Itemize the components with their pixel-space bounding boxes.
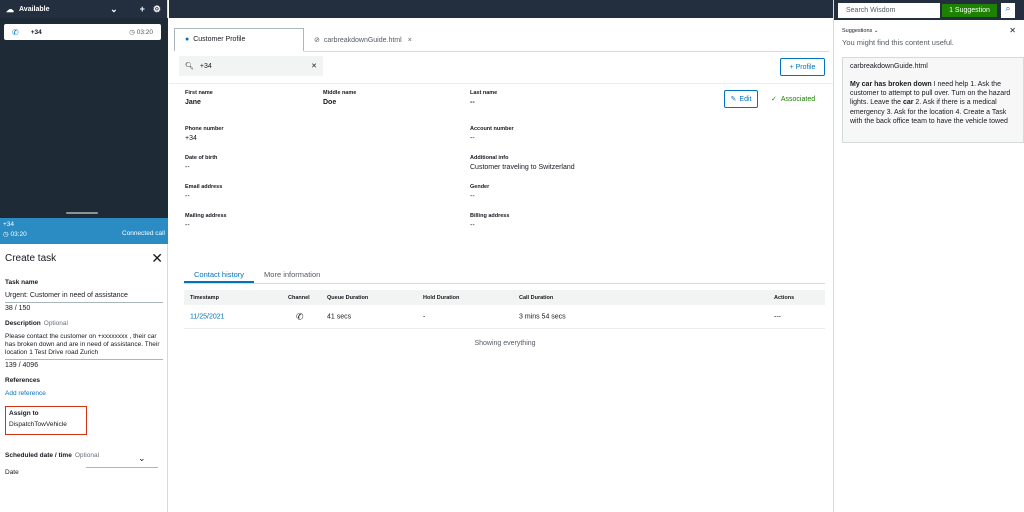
tab-customer-profile[interactable]: ● Customer Profile (174, 28, 304, 52)
gear-icon[interactable]: ⚙ (153, 4, 161, 15)
user-icon: ● (185, 36, 190, 43)
connected-timer: ◷ 03:20 (3, 231, 27, 238)
table-footer: Showing everything (474, 340, 536, 347)
plus-icon[interactable]: + (140, 4, 145, 14)
assign-to-underline (86, 467, 158, 468)
middle-name-field: Middle name Doe (323, 90, 357, 106)
date-label: Date (5, 469, 19, 476)
column-header: Queue Duration (327, 294, 369, 301)
clear-icon[interactable]: ✕ (311, 62, 317, 70)
gender-field: Gender -- (470, 184, 490, 200)
last-name-field: Last name -- (470, 90, 498, 106)
connected-call-bar: +34 ◷ 03:20 Connected call (0, 218, 168, 244)
tab-contact-history[interactable]: Contact history (184, 266, 255, 283)
assign-to-field[interactable]: Assign to DispatchTowVehicle (5, 406, 87, 435)
hold-duration: - (423, 313, 426, 320)
email-field: Email address -- (185, 184, 223, 200)
connected-number: +34 (3, 221, 15, 228)
phone-icon: ✆ (296, 311, 304, 321)
description-counter: 139 / 4096 (5, 362, 39, 369)
link-icon: ⊘ (314, 37, 320, 44)
table-row[interactable]: 11/25/2021 ✆ 41 secs - 3 mins 54 secs --… (184, 305, 825, 329)
chevron-down-icon[interactable]: ⌄ (110, 4, 118, 15)
close-icon[interactable]: ✕ (151, 250, 163, 267)
account-number-field: Account number -- (470, 126, 514, 142)
timestamp-link[interactable]: 11/25/2021 (190, 313, 225, 320)
mailing-address-field: Mailing address -- (185, 213, 227, 229)
suggestion-excerpt: My car has broken down I need help 1. As… (850, 81, 1011, 125)
create-task-panel: Create task ✕ Task name Urgent: Customer… (0, 244, 168, 512)
connected-state: Connected call (122, 230, 165, 237)
close-icon[interactable]: ✕ (1009, 26, 1016, 35)
actions-menu[interactable]: --- (774, 313, 781, 320)
assign-to-value: DispatchTowVehicle (9, 421, 67, 428)
phone-number-field: Phone number +34 (185, 126, 224, 142)
history-tabs: Contact history More information (184, 266, 825, 284)
suggestion-count-button[interactable]: 1 Suggestion (942, 3, 997, 17)
wisdom-search-input[interactable]: Search Wisdom (838, 2, 940, 18)
search-icon[interactable]: ⌕ (1001, 2, 1015, 18)
suggestions-help-text: You might find this content useful. (842, 38, 954, 47)
chevron-down-icon[interactable]: ⌄ (138, 453, 146, 464)
cloud-icon: ☁ (6, 4, 14, 14)
queue-duration: 41 secs (327, 313, 352, 320)
top-bar (169, 0, 833, 18)
suggestion-card[interactable]: carbreakdownGuide.html My car has broken… (842, 57, 1024, 143)
suggestion-title[interactable]: carbreakdownGuide.html (850, 63, 1016, 70)
tab-bar: ● Customer Profile ⊘ carbreakdownGuide.h… (174, 28, 829, 52)
ccp-header: ☁ Available ⌄ + ⚙ (0, 0, 167, 18)
first-name-field: First name Jane (185, 90, 213, 106)
task-name-label: Task name (5, 279, 39, 286)
suggestions-header: Suggestions ⌄ ✕ (842, 26, 1016, 35)
contact-card[interactable]: ✆ +34 ◷ 03:20 (4, 24, 161, 40)
wisdom-search-bar: Search Wisdom 1 Suggestion ⌕ (834, 0, 1024, 20)
tab-carbreakdown-guide[interactable]: ⊘ carbreakdownGuide.html × (304, 28, 422, 52)
profile-search[interactable]: 🔍︎ +34 ✕ (179, 56, 323, 76)
pencil-icon: ✎ (730, 96, 737, 103)
billing-address-field: Billing address -- (470, 213, 510, 229)
additional-info-field: Additional info Customer traveling to Swi… (470, 155, 575, 171)
description-label: Description Optional (5, 320, 68, 327)
chevron-down-icon: ⌄ (873, 27, 879, 34)
call-duration: 3 mins 54 secs (519, 313, 566, 320)
contact-timer: ◷ 03:20 (129, 29, 153, 36)
resize-handle[interactable] (66, 212, 98, 214)
search-icon: 🔍︎ (185, 63, 194, 70)
assign-to-label: Assign to (9, 410, 39, 417)
phone-icon: ✆ (12, 27, 19, 37)
column-header: Actions (774, 294, 795, 301)
history-table-header: Timestamp Channel Queue Duration Hold Du… (184, 290, 825, 305)
column-header: Call Duration (519, 294, 554, 301)
add-reference-link[interactable]: Add reference (5, 390, 163, 397)
edit-button[interactable]: ✎ Edit (724, 90, 758, 108)
contact-number: +34 (30, 28, 42, 36)
contact-control-panel: ☁ Available ⌄ + ⚙ ✆ +34 ◷ 03:20 +34 ◷ 03… (0, 0, 168, 512)
column-header: Timestamp (190, 294, 219, 301)
associated-status: ✓ Associated (771, 96, 816, 103)
references-label: References (5, 377, 41, 384)
suggestions-label[interactable]: Suggestions ⌄ (842, 28, 878, 34)
check-icon: ✓ (771, 96, 777, 103)
main-workspace: ● Customer Profile ⊘ carbreakdownGuide.h… (169, 0, 833, 512)
create-task-title: Create task (5, 253, 57, 264)
ccp-contacts-area: ✆ +34 ◷ 03:20 (0, 18, 168, 218)
add-profile-button[interactable]: + Profile (780, 58, 825, 76)
agent-status[interactable]: Available (19, 6, 49, 13)
date-of-birth-field: Date of birth -- (185, 155, 218, 171)
description-input[interactable]: Please contact the customer on +xxxxxxxx… (5, 333, 163, 360)
column-header: Channel (288, 294, 310, 301)
search-input[interactable]: +34 (200, 63, 311, 70)
task-name-counter: 38 / 150 (5, 305, 31, 312)
divider (169, 83, 833, 84)
close-icon[interactable]: × (408, 37, 412, 44)
column-header: Hold Duration (423, 294, 460, 301)
tab-more-information[interactable]: More information (254, 266, 330, 283)
task-name-input[interactable]: Urgent: Customer in need of assistance (5, 292, 163, 303)
wisdom-panel: Search Wisdom 1 Suggestion ⌕ Suggestions… (833, 0, 1024, 512)
